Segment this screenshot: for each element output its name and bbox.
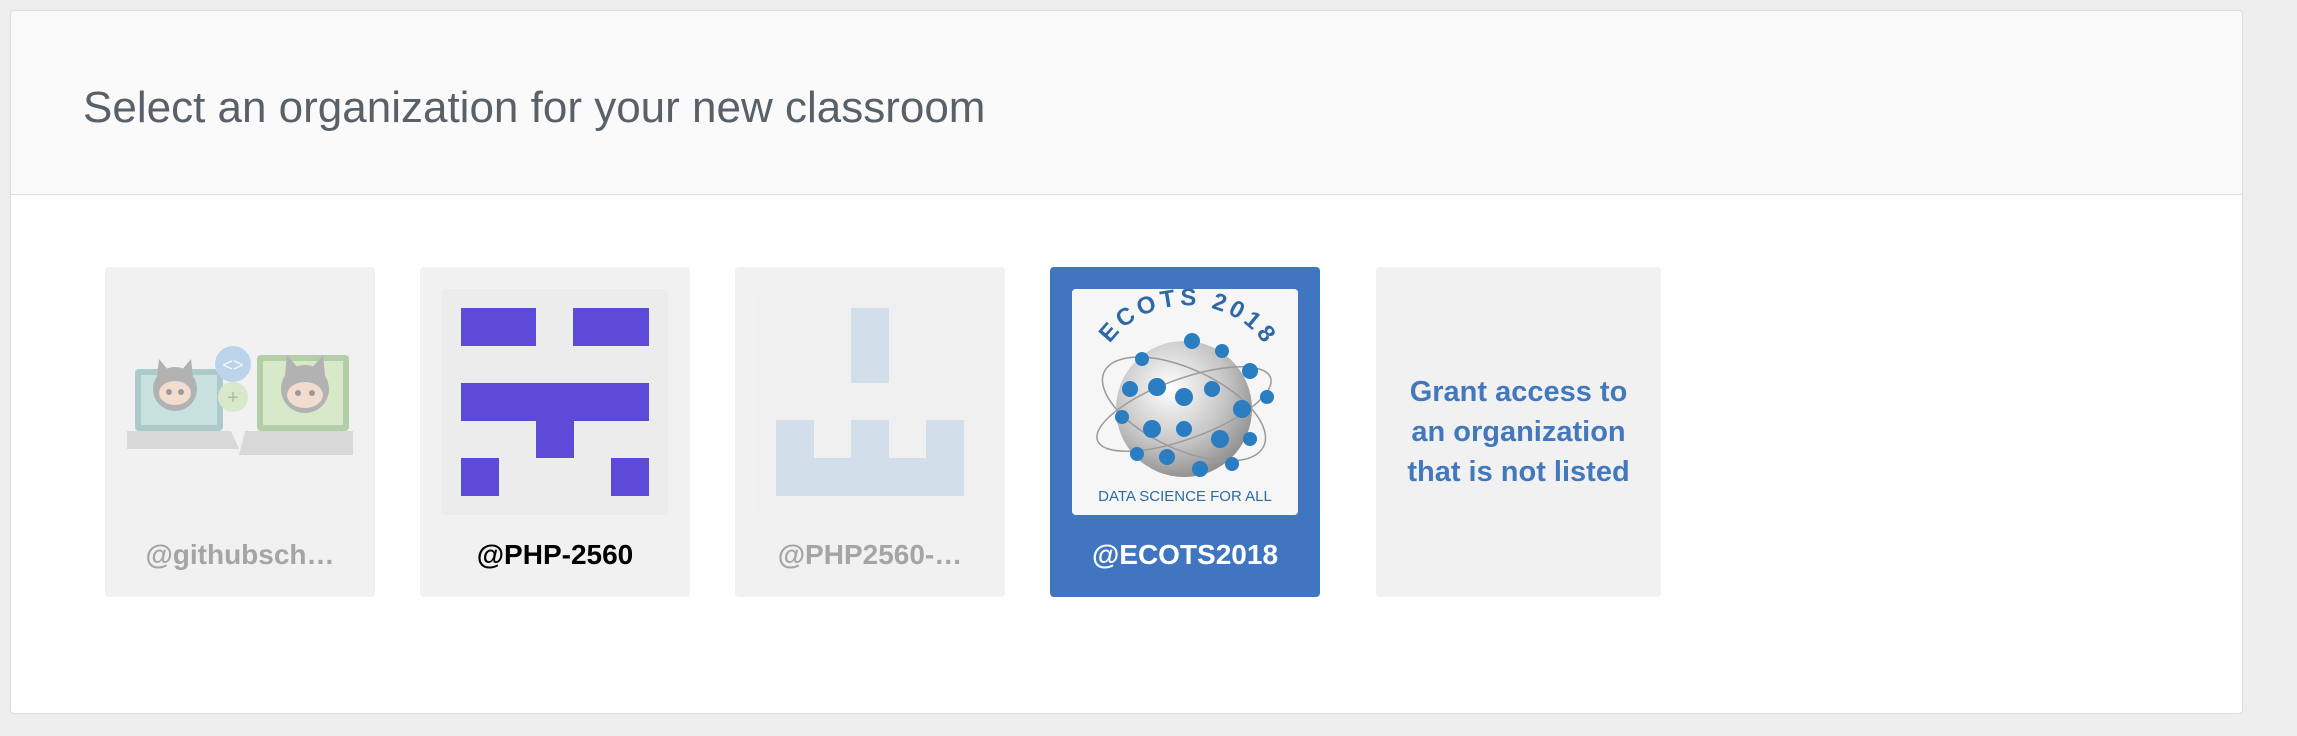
- org-avatar-php2560-other: [757, 289, 983, 515]
- logo-bottom-text: DATA SCIENCE FOR ALL: [1098, 488, 1272, 505]
- org-card-php-2560[interactable]: @PHP-2560: [420, 267, 690, 597]
- purple-identicon-icon: [442, 289, 668, 515]
- org-card-githubschool[interactable]: <> + @githubsch…: [105, 267, 375, 597]
- grant-access-link[interactable]: Grant access to an organization that is …: [1399, 372, 1639, 492]
- org-card-php2560-other[interactable]: @PHP2560-…: [735, 267, 1005, 597]
- org-name: @ECOTS2018: [1091, 539, 1279, 570]
- organization-selection-panel: Select an organization for your new clas…: [10, 10, 2243, 714]
- org-card-ecots2018[interactable]: ECOTS 2018 DATA SCIENCE FOR ALL @ECOTS20…: [1050, 267, 1320, 597]
- org-name: @githubsch…: [145, 539, 335, 570]
- org-name: @PHP2560-…: [777, 539, 963, 570]
- page-title: Select an organization for your new clas…: [83, 83, 986, 132]
- org-avatar-php-2560: [442, 289, 668, 515]
- org-name: @PHP-2560: [476, 539, 634, 570]
- org-avatar-githubschool: <> +: [127, 289, 353, 515]
- grant-access-card[interactable]: Grant access to an organization that is …: [1376, 267, 1661, 597]
- octocat-laptops-icon: <> +: [127, 289, 353, 515]
- ecots-globe-logo-icon: ECOTS 2018 DATA SCIENCE FOR ALL: [1072, 289, 1298, 515]
- svg-text:<>: <>: [222, 355, 243, 375]
- svg-text:+: +: [227, 387, 239, 409]
- org-avatar-ecots2018: ECOTS 2018 DATA SCIENCE FOR ALL: [1072, 289, 1298, 515]
- light-blue-identicon-icon: [757, 289, 983, 515]
- panel-header: Select an organization for your new clas…: [11, 11, 2242, 195]
